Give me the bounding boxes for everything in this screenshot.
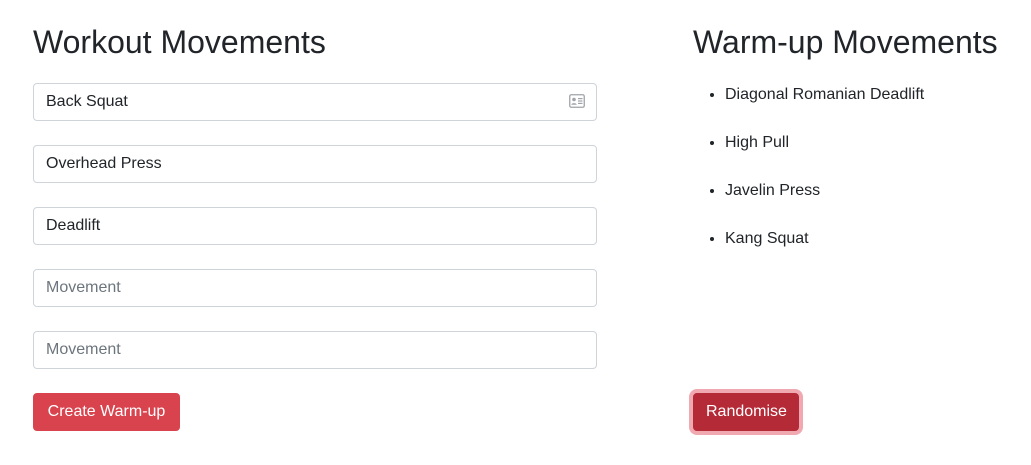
warmup-list-item: High Pull [725,119,924,167]
movement-field-1[interactable] [33,83,597,121]
contact-card-icon[interactable] [569,94,585,108]
warmup-list: Diagonal Romanian Deadlift High Pull Jav… [693,71,924,263]
create-warmup-button[interactable]: Create Warm-up [33,393,180,431]
movement-field-3[interactable] [33,207,597,245]
movement-field-1-wrapper [33,83,597,121]
movement-field-4[interactable] [33,269,597,307]
warmup-list-item: Javelin Press [725,167,924,215]
movement-field-2[interactable] [33,145,597,183]
warmup-list-item: Diagonal Romanian Deadlift [725,71,924,119]
movement-field-5[interactable] [33,331,597,369]
warmup-list-item: Kang Squat [725,215,924,263]
warmup-movements-heading: Warm-up Movements [693,24,998,60]
workout-movements-heading: Workout Movements [33,24,326,60]
randomise-button[interactable]: Randomise [693,393,799,431]
